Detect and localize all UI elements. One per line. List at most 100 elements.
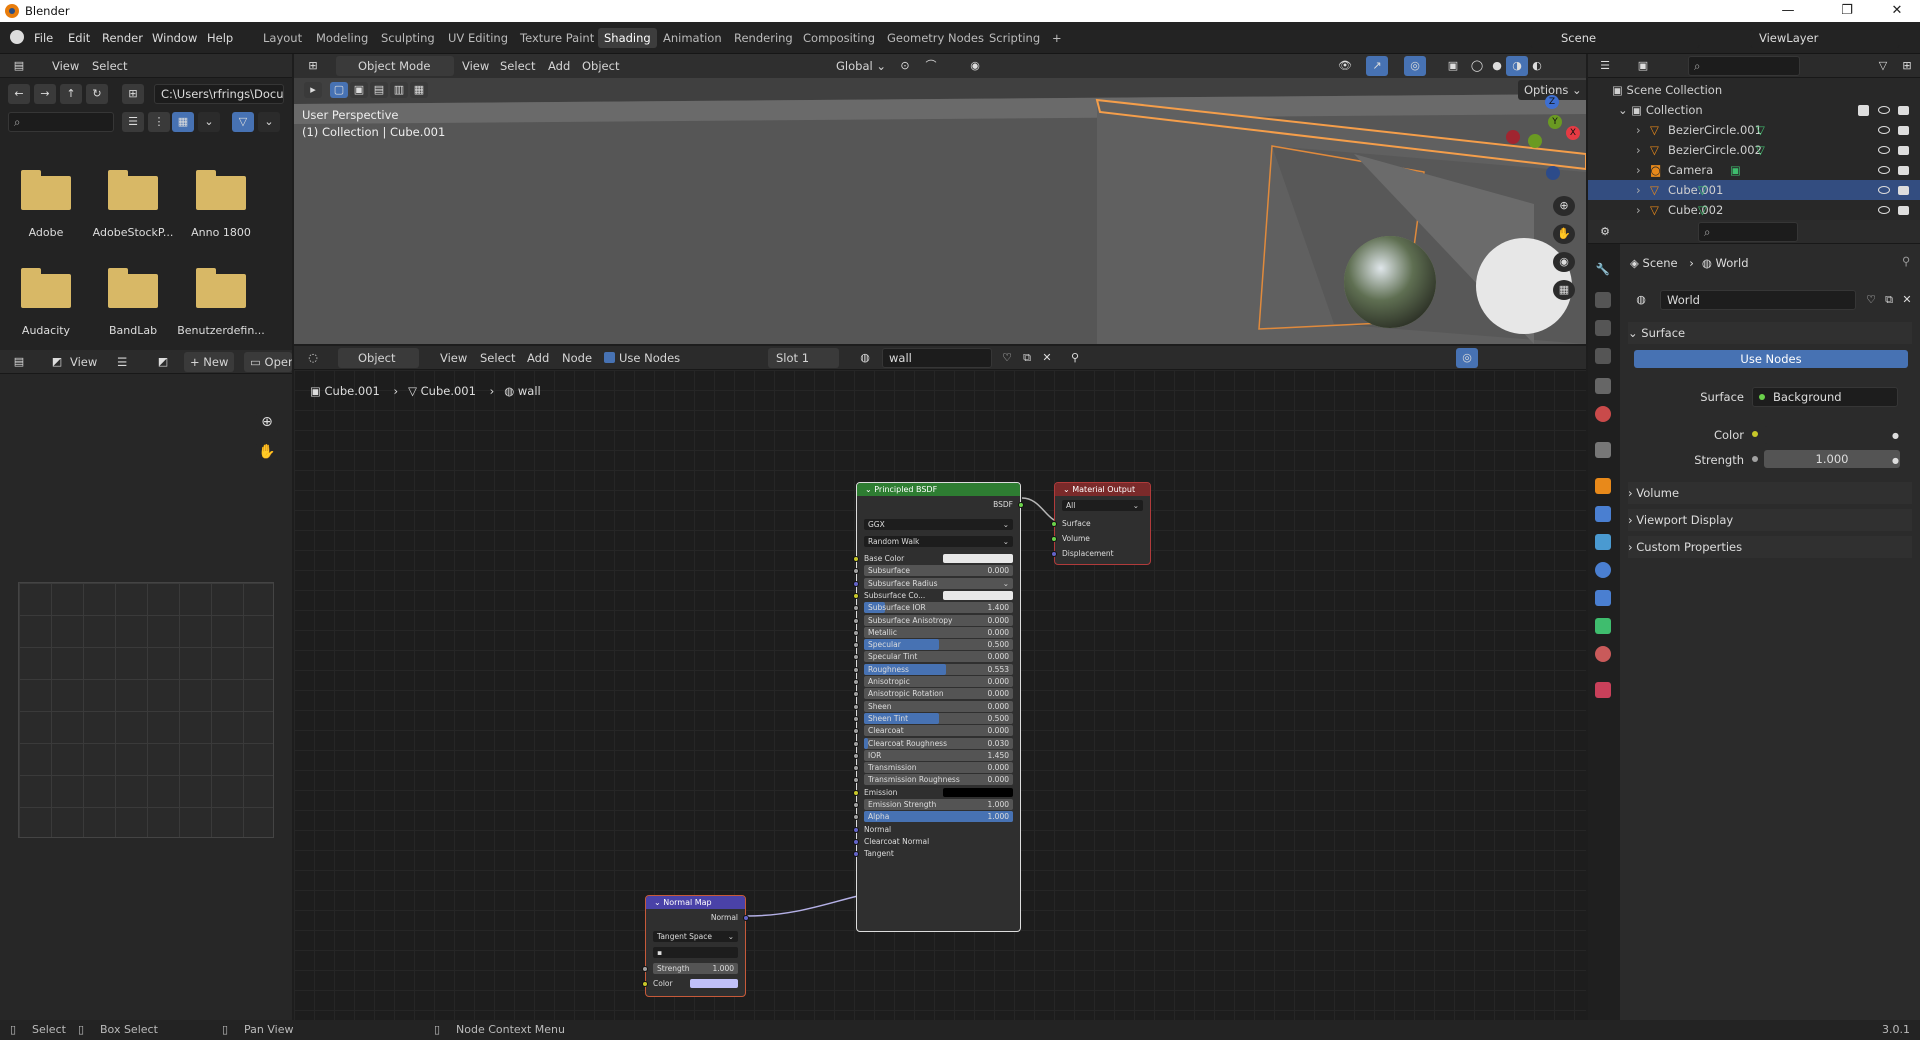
distribution-dropdown[interactable]: GGX ⌄: [864, 519, 1013, 530]
breadcrumb-mesh[interactable]: Cube.001: [421, 384, 476, 398]
specular-input-socket[interactable]: [853, 642, 859, 649]
sheen-tint-input-socket[interactable]: [853, 715, 859, 722]
eye-icon[interactable]: [1878, 206, 1890, 214]
tab-modeling[interactable]: Modeling: [310, 28, 374, 48]
alpha-input-socket[interactable]: [853, 814, 859, 821]
base-color-color-swatch[interactable]: [943, 554, 1013, 563]
node-add-menu[interactable]: Add: [527, 348, 549, 368]
tangent-input-socket[interactable]: [853, 851, 859, 858]
path-field[interactable]: C:\Users\rfrings\Docu...: [154, 84, 284, 104]
node-view-menu[interactable]: View: [440, 348, 467, 368]
new-image-button[interactable]: + New: [184, 352, 235, 372]
parent-dir-icon[interactable]: ↑: [60, 84, 82, 104]
camera-view-icon[interactable]: ◉: [1553, 252, 1575, 272]
subsurface-co-input-socket[interactable]: [853, 592, 859, 599]
menu-window[interactable]: Window: [152, 28, 197, 48]
expand-arrow-icon[interactable]: ›: [1636, 180, 1641, 200]
outliner-row-cube-001[interactable]: › ▽ Cube.001 ▽: [1588, 180, 1920, 200]
collection-row[interactable]: ⌄ ▣ Collection: [1618, 100, 1703, 120]
object-data-icon[interactable]: ▽: [1756, 140, 1765, 160]
camera-data-icon[interactable]: ▣: [1730, 160, 1741, 180]
select-box-extend-icon[interactable]: ▣: [350, 82, 368, 98]
clearcoat-roughness-input-socket[interactable]: [853, 740, 859, 747]
anisotropic-rotation-row[interactable]: Anisotropic Rotation 0.000: [864, 688, 1013, 700]
specular-tint-input-socket[interactable]: [853, 654, 859, 661]
material-browse-icon[interactable]: ◍: [854, 348, 876, 368]
color-socket-icon[interactable]: [1752, 431, 1758, 437]
eye-icon[interactable]: [1878, 106, 1890, 114]
snap-icon[interactable]: ⌒: [920, 56, 942, 76]
folder-icon[interactable]: [21, 268, 71, 308]
folder-label-anno[interactable]: Anno 1800: [176, 226, 266, 239]
base-color-row[interactable]: Base Color: [864, 553, 1013, 564]
breadcrumb-material[interactable]: wall: [518, 384, 541, 398]
menu-render[interactable]: Render: [102, 28, 143, 48]
material-output-title[interactable]: ⌄ Material Output: [1055, 483, 1150, 496]
data-tab-icon[interactable]: [1595, 618, 1611, 634]
normal-space-dropdown[interactable]: Tangent Space ⌄: [653, 931, 738, 942]
chevron-down-icon[interactable]: ⌄: [198, 112, 220, 132]
output-target-dropdown[interactable]: All ⌄: [1062, 500, 1143, 511]
normal-strength-field[interactable]: Strength 1.000: [653, 963, 738, 974]
menu-help[interactable]: Help: [207, 28, 233, 48]
tab-scripting[interactable]: Scripting: [983, 28, 1046, 48]
new-collection-icon[interactable]: ⊞: [1896, 56, 1918, 76]
forward-icon[interactable]: →: [34, 84, 56, 104]
anisotropic-row[interactable]: Anisotropic 0.000: [864, 676, 1013, 687]
keyframe-dot-icon[interactable]: ●: [1892, 456, 1899, 465]
gizmo-y-axis[interactable]: Y: [1548, 115, 1562, 129]
strength-socket-icon[interactable]: [1752, 456, 1758, 462]
base-color-input-socket[interactable]: [853, 556, 859, 562]
display-thumbnails-icon[interactable]: ▦: [172, 112, 194, 132]
gizmo-neg-z[interactable]: [1546, 166, 1560, 180]
volume-input-socket[interactable]: [1051, 536, 1057, 542]
xray-icon[interactable]: ▣: [1442, 56, 1464, 76]
emission-row[interactable]: Emission: [864, 787, 1013, 798]
folder-icon[interactable]: [108, 268, 158, 308]
material-output-node[interactable]: ⌄ Material Output All ⌄ Surface Volume Di…: [1051, 482, 1151, 565]
proportional-edit-icon[interactable]: ◉: [964, 56, 986, 76]
filter-icon[interactable]: ▽: [1872, 56, 1894, 76]
subsurface-input-socket[interactable]: [853, 568, 859, 575]
normal-color-swatch[interactable]: [690, 979, 738, 988]
shader-type-selector[interactable]: Object: [338, 348, 420, 368]
wireframe-shading-icon[interactable]: ◯: [1466, 56, 1488, 76]
world-tab-icon[interactable]: [1595, 406, 1611, 422]
camera-render-icon[interactable]: [1898, 206, 1909, 215]
tab-uv-editing[interactable]: UV Editing: [442, 28, 514, 48]
collection-checkbox[interactable]: [1858, 105, 1869, 116]
folder-label-audacity[interactable]: Audacity: [1, 324, 91, 337]
normal-map-node[interactable]: ⌄ Normal Map Normal Tangent Space ⌄ ▪ Str…: [642, 895, 749, 997]
folder-icon[interactable]: [21, 170, 71, 210]
roughness-row[interactable]: Roughness 0.553: [864, 663, 1013, 675]
transform-orientation[interactable]: Global ⌄: [816, 56, 886, 76]
gizmo-x-axis[interactable]: X: [1566, 126, 1580, 140]
render-tab-icon[interactable]: [1595, 292, 1611, 308]
object-data-icon[interactable]: ▽: [1698, 200, 1707, 220]
world-browse-icon[interactable]: ◍: [1630, 290, 1652, 310]
pan-hand-icon[interactable]: ✋: [256, 442, 278, 462]
duplicate-material-icon[interactable]: ⧉: [1016, 348, 1038, 368]
tab-animation[interactable]: Animation: [657, 28, 728, 48]
transmission-roughness-row[interactable]: Transmission Roughness 0.000: [864, 774, 1013, 786]
sheen-tint-row[interactable]: Sheen Tint 0.500: [864, 712, 1013, 724]
outliner-row-cube-002[interactable]: › ▽ Cube.002 ▽: [1588, 200, 1920, 220]
gizmo-neg-x[interactable]: [1506, 130, 1520, 144]
object-data-icon[interactable]: ▽: [1756, 120, 1765, 140]
zoom-icon[interactable]: ⊕: [256, 412, 278, 432]
perspective-toggle-icon[interactable]: ▦: [1553, 280, 1575, 300]
node-node-menu[interactable]: Node: [562, 348, 592, 368]
object-data-icon[interactable]: ▽: [1698, 180, 1707, 200]
keyframe-dot-icon[interactable]: ●: [1892, 431, 1899, 440]
sheen-input-socket[interactable]: [853, 703, 859, 710]
outliner-row-beziercircle-001[interactable]: › ▽ BezierCircle.001 ▽: [1588, 120, 1920, 140]
tab-texture-paint[interactable]: Texture Paint: [514, 28, 600, 48]
folder-icon[interactable]: [108, 170, 158, 210]
gizmo-z-axis[interactable]: Z: [1545, 95, 1559, 109]
menu-edit[interactable]: Edit: [68, 28, 90, 48]
file-select-menu[interactable]: Select: [92, 56, 127, 76]
folder-label-benutzer[interactable]: Benutzerdefin...: [176, 324, 266, 337]
object-tab-icon[interactable]: [1595, 478, 1611, 494]
tab-rendering[interactable]: Rendering: [728, 28, 799, 48]
add-workspace-button[interactable]: +: [1046, 28, 1068, 48]
